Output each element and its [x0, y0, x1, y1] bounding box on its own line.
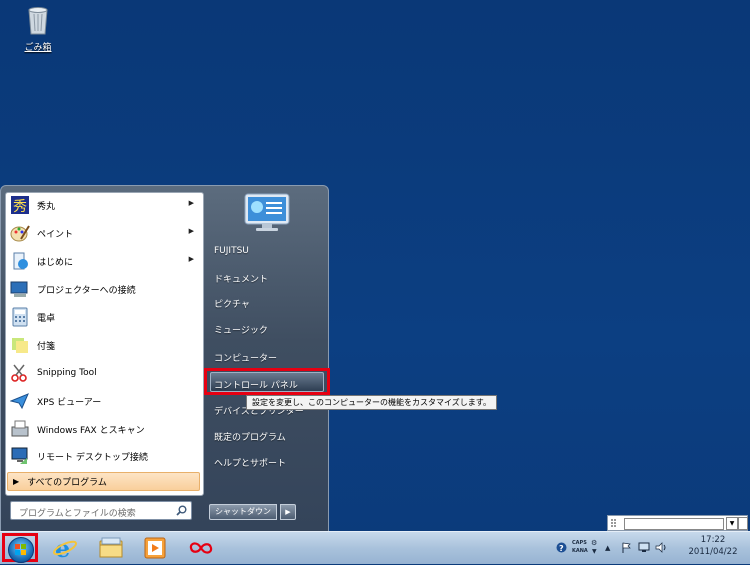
- svg-text:秀: 秀: [13, 199, 27, 215]
- music-link[interactable]: ミュージック: [214, 323, 268, 336]
- all-programs-label: すべてのプログラム: [27, 478, 107, 488]
- program-label: 秀丸: [37, 201, 56, 212]
- program-label: 電卓: [37, 313, 56, 324]
- all-programs-button[interactable]: ▶ すべてのプログラム: [7, 472, 200, 491]
- sticky-notes-icon: [9, 334, 31, 356]
- network-icon[interactable]: [638, 542, 650, 553]
- media-player-icon[interactable]: [142, 535, 168, 561]
- recycle-bin-icon: [28, 7, 48, 35]
- program-item[interactable]: はじめに ▶: [7, 248, 200, 274]
- ime-icon[interactable]: ⚙: [591, 539, 597, 547]
- start-button[interactable]: [2, 533, 38, 563]
- calculator-icon: [9, 306, 31, 328]
- program-label: リモート デスクトップ接続: [37, 452, 148, 463]
- language-bar[interactable]: ▼: [607, 515, 748, 531]
- paint-icon: [9, 222, 31, 244]
- clock[interactable]: 17:22 2011/04/22: [680, 534, 746, 558]
- explorer-folder-icon[interactable]: [98, 535, 124, 561]
- program-item[interactable]: Snipping Tool: [7, 360, 200, 386]
- shutdown-options-button[interactable]: ▶: [280, 504, 296, 520]
- action-center-flag-icon[interactable]: [621, 542, 632, 553]
- language-bar-field[interactable]: [624, 518, 724, 530]
- program-label: XPS ビューアー: [37, 397, 102, 408]
- recycle-bin-label: ごみ箱: [24, 43, 52, 53]
- program-item[interactable]: Windows FAX とスキャン: [7, 416, 200, 442]
- program-label: ペイント: [37, 229, 74, 240]
- submenu-arrow-icon: ▶: [188, 227, 194, 235]
- windows-logo-icon: [8, 537, 34, 563]
- program-label: Windows FAX とスキャン: [37, 425, 145, 436]
- program-item[interactable]: 付箋: [7, 332, 200, 358]
- default-programs-link[interactable]: 既定のプログラム: [214, 430, 286, 443]
- remote-desktop-icon: [9, 445, 31, 467]
- fax-scan-icon: [9, 418, 31, 440]
- volume-icon[interactable]: [655, 542, 667, 553]
- recycle-bin[interactable]: ごみ箱: [18, 4, 58, 53]
- program-item[interactable]: リモート デスクトップ接続: [7, 443, 200, 469]
- clock-date: 2011/04/22: [688, 547, 738, 557]
- fujitsu-link[interactable]: FUJITSU: [214, 246, 249, 256]
- internet-explorer-icon[interactable]: e: [52, 535, 78, 561]
- getting-started-icon: [9, 250, 31, 272]
- grip-icon: [611, 519, 616, 527]
- fujitsu-logo-icon[interactable]: [188, 535, 214, 561]
- program-item[interactable]: XPS ビューアー: [7, 388, 200, 414]
- chevron-down-icon[interactable]: ▼: [726, 517, 738, 530]
- documents-link[interactable]: ドキュメント: [214, 272, 268, 285]
- program-label: はじめに: [37, 257, 74, 268]
- chevron-down-icon[interactable]: ▼: [592, 548, 597, 555]
- control-panel-picture-icon: [244, 193, 290, 231]
- program-item[interactable]: 電卓: [7, 304, 200, 330]
- program-item[interactable]: プロジェクターへの接続: [7, 276, 200, 302]
- clock-time: 17:22: [700, 535, 726, 545]
- shutdown-button[interactable]: シャットダウン: [209, 504, 277, 520]
- submenu-arrow-icon: ▶: [188, 255, 194, 263]
- kana-indicator: KANA: [572, 548, 588, 554]
- svg-text:?: ?: [559, 544, 564, 553]
- triangle-right-icon: ▶: [13, 477, 20, 486]
- minimize-icon[interactable]: [738, 517, 748, 530]
- show-hidden-icons-icon[interactable]: ▲: [605, 544, 610, 552]
- program-label: 付箋: [37, 341, 56, 352]
- program-item[interactable]: ペイント ▶: [7, 220, 200, 246]
- control-panel-highlight: [204, 368, 330, 395]
- program-item[interactable]: 秀秀丸 ▶: [7, 192, 200, 218]
- xps-viewer-icon: [9, 390, 31, 412]
- help-icon[interactable]: ?: [556, 542, 567, 553]
- help-support-link[interactable]: ヘルプとサポート: [214, 456, 286, 469]
- program-label: Snipping Tool: [37, 368, 97, 378]
- program-label: プロジェクターへの接続: [37, 285, 136, 296]
- computer-link[interactable]: コンピューター: [214, 351, 277, 364]
- pictures-link[interactable]: ピクチャ: [214, 297, 250, 310]
- arrow-right-icon: ▶: [285, 508, 291, 516]
- search-icon: [176, 505, 187, 516]
- projector-icon: [9, 278, 31, 300]
- submenu-arrow-icon: ▶: [188, 199, 194, 207]
- caps-indicator: CAPS: [572, 540, 587, 546]
- control-panel-tooltip: 設定を変更し、このコンピューターの機能をカスタマイズします。: [246, 395, 497, 410]
- hidemaru-icon: 秀: [9, 194, 31, 216]
- search-input[interactable]: プログラムとファイルの検索: [10, 501, 192, 520]
- search-placeholder: プログラムとファイルの検索: [19, 509, 136, 519]
- snipping-tool-icon: [9, 362, 31, 384]
